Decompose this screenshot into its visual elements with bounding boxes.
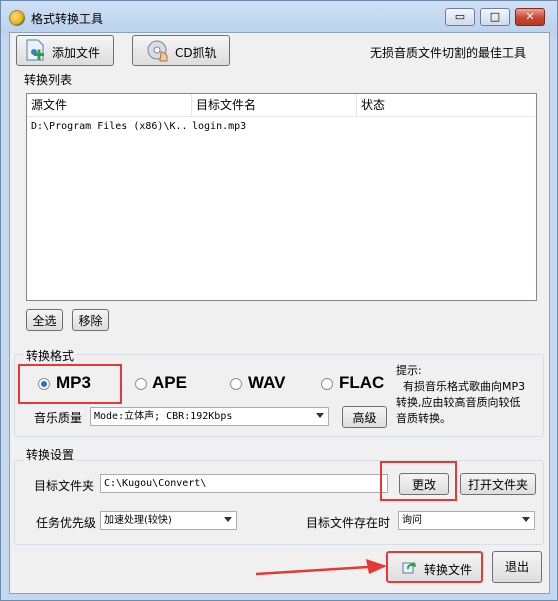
select-all-button[interactable]: 全选 [26,309,63,331]
settings-group-label: 转换设置 [24,446,77,463]
convert-list-label: 转换列表 [24,73,73,87]
convert-file-button[interactable]: 转换文件 [386,551,483,583]
cd-icon [147,40,168,62]
tip-line-3: 音质转换。 [396,412,451,425]
table-row[interactable]: D:\Program Files (x86)\K.. login.mp3 [27,117,536,135]
tip-text: 提示: 有损音乐格式歌曲向MP3 转换,应由较高音质向较低 音质转换。 [396,363,546,427]
exists-label: 目标文件存在时 [306,516,391,530]
column-status[interactable]: 状态 [357,94,536,116]
target-folder-value: C:\Kugou\Convert\ [104,478,207,489]
target-folder-input[interactable]: C:\Kugou\Convert\ [100,474,388,493]
window-title: 格式转换工具 [31,12,104,26]
highlight-box-mp3 [18,364,122,404]
close-button[interactable]: ✕ [515,8,545,26]
tip-title: 提示: [396,364,422,377]
remove-button[interactable]: 移除 [72,309,109,331]
format-flac-label[interactable]: FLAC [339,373,384,393]
quality-select[interactable]: Mode:立体声; CBR:192Kbps [90,407,329,426]
add-file-icon [26,39,44,61]
priority-label: 任务优先级 [36,516,97,530]
arrow-pointer-icon [256,559,387,576]
convert-icon [402,562,416,574]
convert-file-label: 转换文件 [424,563,473,577]
cd-rip-label: CD抓轨 [175,46,217,60]
add-file-button[interactable]: 添加文件 [16,35,114,66]
exit-button[interactable]: 退出 [492,551,542,583]
format-ape-label[interactable]: APE [152,373,187,393]
row-target: login.mp3 [192,121,247,132]
priority-value: 加速处理(较快) [104,515,172,526]
format-wav-label[interactable]: WAV [248,373,285,393]
client-area: 添加文件 CD抓轨 无损音质文件切割的最佳工具 转换列表 源文件 目标文件名 状… [9,32,550,594]
column-source[interactable]: 源文件 [27,94,192,116]
advanced-button[interactable]: 高级 [342,406,387,428]
column-target[interactable]: 目标文件名 [192,94,357,116]
open-folder-button[interactable]: 打开文件夹 [460,473,536,495]
row-source: D:\Program Files (x86)\K.. [31,121,188,132]
slogan-text: 无损音质文件切割的最佳工具 [370,46,527,60]
close-icon: ✕ [525,10,535,23]
app-icon [9,10,25,26]
exists-value: 询问 [402,515,422,526]
chevron-down-icon [316,413,324,418]
tip-line-2: 转换,应由较高音质向较低 [396,396,521,409]
quality-label: 音乐质量 [34,411,83,425]
maximize-button[interactable]: □ [480,8,510,26]
app-window: 格式转换工具 ▭ □ ✕ 添加文件 CD抓轨 无损音质文件切割的最佳工具 转换列… [0,0,558,601]
chevron-down-icon [224,517,232,522]
chevron-down-icon [522,517,530,522]
highlight-box-change [380,461,457,501]
convert-list[interactable]: 源文件 目标文件名 状态 D:\Program Files (x86)\K.. … [26,93,537,301]
maximize-icon: □ [489,10,501,23]
minimize-icon: ▭ [454,10,466,23]
cd-rip-button[interactable]: CD抓轨 [132,35,230,66]
tip-line-1: 有损音乐格式歌曲向MP3 [396,380,526,393]
radio-ape[interactable] [135,378,147,390]
minimize-button[interactable]: ▭ [445,8,475,26]
priority-select[interactable]: 加速处理(较快) [100,511,237,530]
target-folder-label: 目标文件夹 [34,479,95,493]
radio-flac[interactable] [321,378,333,390]
quality-value: Mode:立体声; CBR:192Kbps [94,411,233,422]
exists-select[interactable]: 询问 [398,511,535,530]
format-group-label: 转换格式 [24,347,77,364]
title-bar[interactable]: 格式转换工具 ▭ □ ✕ [1,1,557,33]
add-file-label: 添加文件 [52,46,101,60]
radio-wav[interactable] [230,378,242,390]
